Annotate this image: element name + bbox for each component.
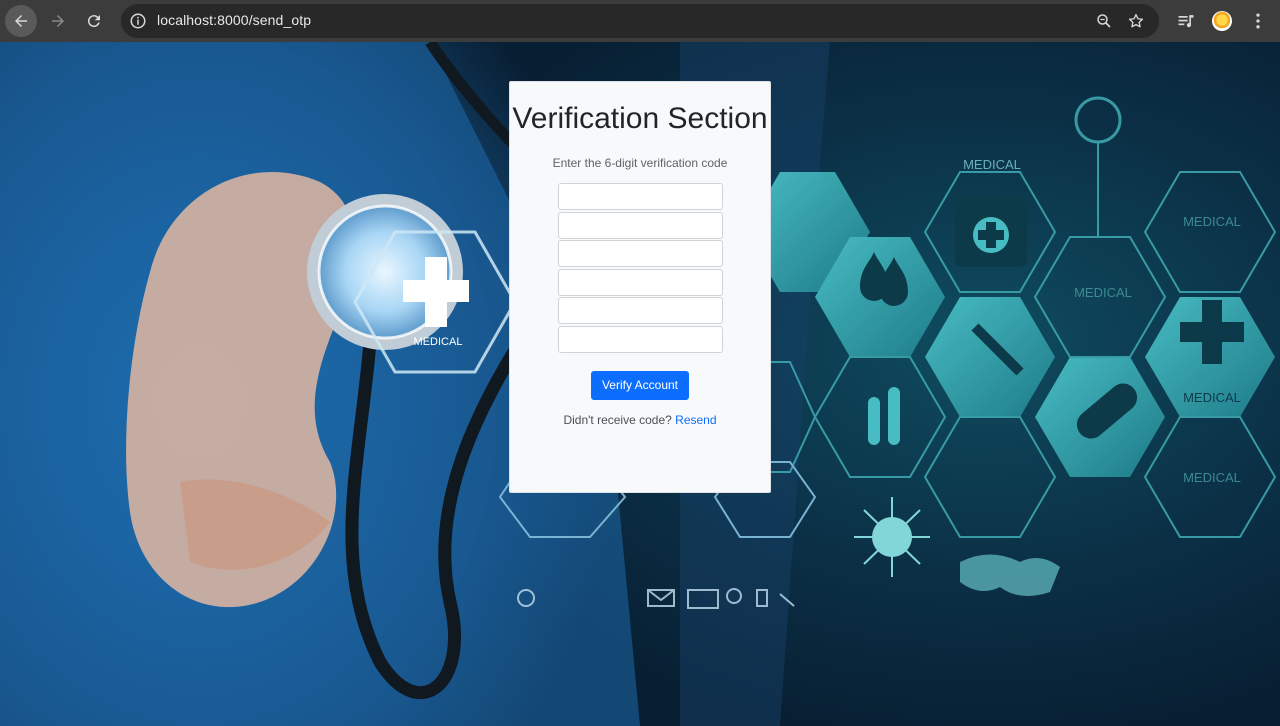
reload-icon	[87, 15, 100, 28]
background-label: MEDICAL	[1183, 214, 1241, 229]
resend-link[interactable]: Resend	[675, 413, 716, 427]
background-label: MEDICAL	[963, 157, 1021, 172]
background-label: MEDICAL	[414, 336, 463, 348]
otp-input-group	[557, 183, 723, 353]
otp-digit-1-input[interactable]	[557, 183, 723, 210]
instruction-text: Enter the 6-digit verification code	[552, 156, 728, 170]
address-bar[interactable]: localhost:8000/send_otp	[121, 4, 1159, 38]
kebab-menu-icon[interactable]	[1248, 11, 1268, 31]
page-title: Verification Section	[512, 102, 768, 135]
avatar[interactable]	[1212, 11, 1232, 31]
media-queue-icon[interactable]	[1176, 11, 1196, 31]
verify-account-button[interactable]: Verify Account	[590, 371, 690, 400]
background-label: MEDICAL	[1074, 285, 1132, 300]
reload-button[interactable]	[78, 5, 110, 37]
arrow-right-icon	[52, 15, 64, 27]
forward-button[interactable]	[42, 5, 74, 37]
background-label: MEDICAL	[1183, 390, 1241, 405]
page-viewport: MEDICAL MEDICAL MEDICAL MEDICAL MEDICAL …	[0, 42, 1280, 726]
otp-digit-2-input[interactable]	[557, 211, 723, 239]
otp-digit-6-input[interactable]	[557, 325, 723, 353]
otp-digit-5-input[interactable]	[557, 297, 723, 324]
otp-digit-3-input[interactable]	[557, 240, 723, 267]
star-icon[interactable]	[1127, 12, 1145, 30]
background-label: MEDICAL	[1183, 470, 1241, 485]
resend-prompt: Didn't receive code?	[563, 413, 672, 427]
browser-toolbar: localhost:8000/send_otp	[0, 0, 1280, 42]
resend-row: Didn't receive code? Resend	[510, 413, 770, 427]
url-path: :8000/send_otp	[213, 12, 312, 28]
back-button[interactable]	[5, 5, 37, 37]
verification-card: Verification Section Enter the 6-digit v…	[509, 81, 771, 493]
arrow-left-icon	[15, 15, 27, 27]
url-text[interactable]: localhost:8000/send_otp	[157, 12, 311, 28]
magnifier-icon[interactable]	[1095, 12, 1113, 30]
otp-digit-4-input[interactable]	[557, 268, 723, 296]
url-host: localhost	[157, 12, 214, 28]
info-icon[interactable]	[129, 12, 147, 30]
